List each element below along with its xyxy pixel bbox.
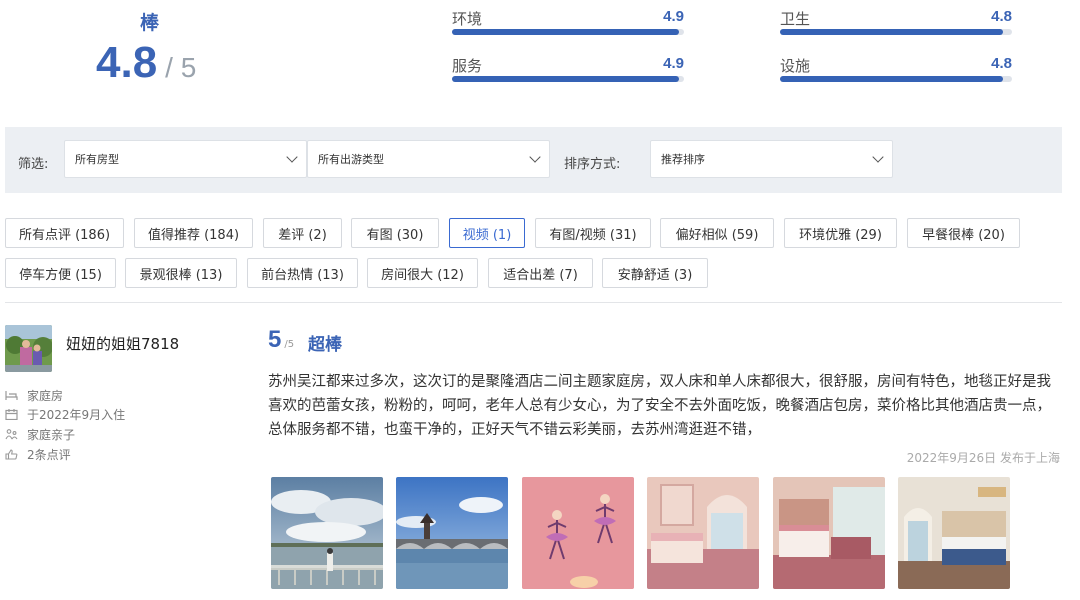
overall-score-max: / 5 <box>165 52 197 83</box>
reviewer-room-text: 家庭房 <box>27 389 64 403</box>
metric-bar-fill <box>780 29 1003 35</box>
reviewer-name[interactable]: 妞妞的姐姐7818 <box>66 333 179 354</box>
tag-business-trip[interactable]: 适合出差 (7) <box>488 258 593 288</box>
review-score-value: 5 <box>268 326 282 353</box>
tag-similar-preference[interactable]: 偏好相似 (59) <box>660 218 774 248</box>
review-photo-room-pink[interactable] <box>647 477 759 589</box>
tag-friendly-front-desk[interactable]: 前台热情 (13) <box>247 258 358 288</box>
room-type-select[interactable]: 所有房型 <box>64 140 307 178</box>
review-photo-room-beds[interactable] <box>773 477 885 589</box>
metric-label: 卫生 <box>780 10 811 28</box>
review-text: 苏州吴江都来过多次，这次订的是聚隆酒店二间主题家庭房，双人床和单人床都很大，很舒… <box>268 374 1051 438</box>
review-rating-word: 超棒 <box>308 335 342 355</box>
bed-icon <box>5 391 18 400</box>
sort-select[interactable]: 推荐排序 <box>650 140 893 178</box>
reviewer-review-count-text: 2条点评 <box>27 448 71 462</box>
room-type-value: 所有房型 <box>75 153 119 166</box>
tag-negative[interactable]: 差评 (2) <box>263 218 342 248</box>
travel-type-value: 所有出游类型 <box>318 153 384 166</box>
filter-bar: 筛选: 所有房型 所有出游类型 排序方式: 推荐排序 <box>5 127 1062 193</box>
tag-quiet-comfortable[interactable]: 安静舒适 (3) <box>602 258 708 288</box>
metric-value: 4.9 <box>663 8 684 25</box>
tag-recommended[interactable]: 值得推荐 (184) <box>134 218 253 248</box>
metric-value: 4.9 <box>663 55 684 72</box>
sort-label: 排序方式: <box>564 157 621 172</box>
metric-bar-fill <box>780 76 1003 82</box>
reviewer-checkin-text: 于2022年9月入住 <box>27 408 126 422</box>
reviewer-trip-type: 家庭亲子 <box>5 426 75 443</box>
review-photo-room-blue[interactable] <box>898 477 1010 589</box>
rating-word: 棒 <box>140 12 160 34</box>
review-photo-bridge[interactable] <box>396 477 508 589</box>
tag-large-room[interactable]: 房间很大 (12) <box>367 258 478 288</box>
tag-easy-parking[interactable]: 停车方便 (15) <box>5 258 116 288</box>
review-photo-ballet-carpet[interactable] <box>522 477 634 589</box>
tag-great-breakfast[interactable]: 早餐很棒 (20) <box>907 218 1020 248</box>
reviewer-checkin: 于2022年9月入住 <box>5 406 125 423</box>
metric-value: 4.8 <box>991 8 1012 25</box>
avatar[interactable] <box>5 325 52 372</box>
chevron-down-icon <box>872 151 884 163</box>
overall-score: 4.8 / 5 <box>96 38 196 88</box>
chevron-down-icon <box>529 151 541 163</box>
chevron-down-icon <box>286 151 298 163</box>
metric-label: 服务 <box>452 57 483 75</box>
divider <box>5 302 1062 303</box>
thumbs-up-icon <box>5 449 18 460</box>
tag-great-view[interactable]: 景观很棒 (13) <box>125 258 237 288</box>
review-score: 5 /5 <box>268 326 294 354</box>
travel-type-select[interactable]: 所有出游类型 <box>307 140 550 178</box>
tag-elegant-environment[interactable]: 环境优雅 (29) <box>784 218 897 248</box>
metric-bar-fill <box>452 29 680 35</box>
calendar-icon <box>5 409 18 420</box>
tag-with-photos[interactable]: 有图 (30) <box>351 218 439 248</box>
filter-label: 筛选: <box>18 157 49 172</box>
reviewer-trip-type-text: 家庭亲子 <box>27 428 76 442</box>
tag-photos-video[interactable]: 有图/视频 (31) <box>535 218 651 248</box>
review-photo-lake-clouds[interactable] <box>271 477 383 589</box>
metric-bar <box>452 76 684 82</box>
metric-value: 4.8 <box>991 55 1012 72</box>
tag-all-reviews[interactable]: 所有点评 (186) <box>5 218 124 248</box>
metric-bar-fill <box>452 76 680 82</box>
overall-score-value: 4.8 <box>96 38 158 87</box>
metric-label: 环境 <box>452 10 483 28</box>
metric-bar <box>452 29 684 35</box>
review-date-location: 2022年9月26日 发布于上海 <box>906 451 1060 465</box>
sort-value: 推荐排序 <box>661 153 705 166</box>
metric-bar <box>780 76 1012 82</box>
reviewer-review-count: 2条点评 <box>5 446 71 463</box>
family-icon <box>5 429 18 440</box>
review-score-max: /5 <box>284 339 295 350</box>
metric-label: 设施 <box>780 57 811 75</box>
reviewer-room: 家庭房 <box>5 387 63 404</box>
tag-video[interactable]: 视频 (1) <box>449 218 525 248</box>
metric-bar <box>780 29 1012 35</box>
